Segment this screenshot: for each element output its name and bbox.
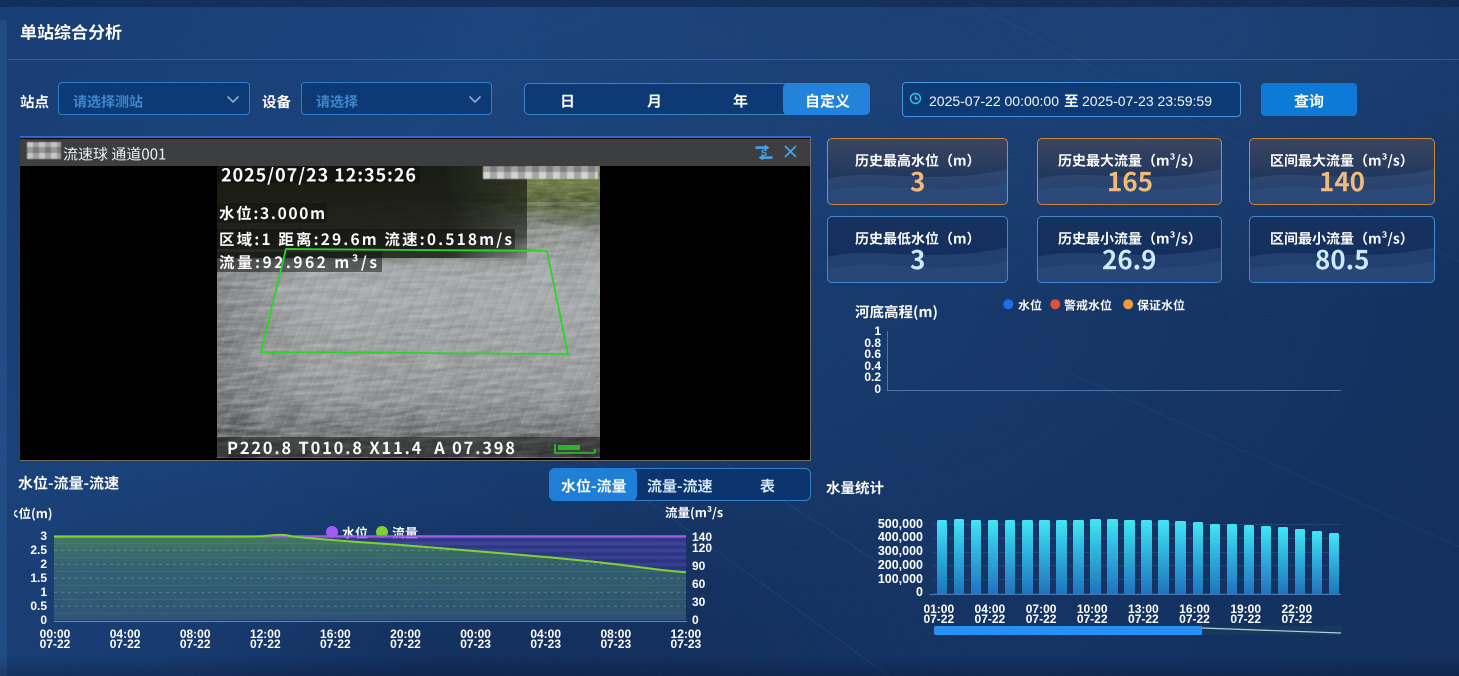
svg-text:S: S xyxy=(760,147,766,158)
